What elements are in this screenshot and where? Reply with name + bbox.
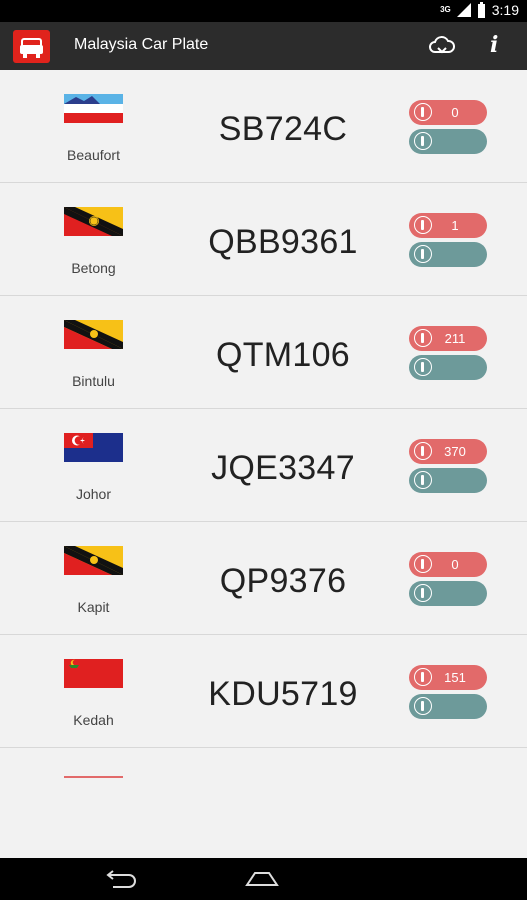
thumb-up-icon xyxy=(414,329,432,347)
vote-count: 0 xyxy=(451,105,459,120)
plate-number: QTM106 xyxy=(215,336,351,374)
vote-up-button[interactable]: 211 xyxy=(409,326,487,351)
vote-up-button[interactable]: 1 xyxy=(409,213,487,238)
navigation-bar xyxy=(0,858,527,900)
status-bar: 3G 3:19 xyxy=(0,0,527,22)
state-label: Kapit xyxy=(77,599,110,615)
cloud-sync-button[interactable] xyxy=(428,34,456,58)
johor-flag-icon xyxy=(64,433,123,462)
signal-icon xyxy=(456,3,471,17)
vote-up-button[interactable]: 151 xyxy=(409,665,487,690)
thumb-down-icon xyxy=(414,358,432,376)
vote-count: 0 xyxy=(451,557,459,572)
sarawak-flag-icon xyxy=(64,546,123,575)
plate-row[interactable]: Betong QBB9361 1 xyxy=(0,183,527,296)
back-icon xyxy=(106,870,136,888)
status-indicators: 3G 3:19 xyxy=(440,2,519,18)
state-label: Kedah xyxy=(73,712,114,728)
cloud-sync-icon xyxy=(429,36,455,54)
network-type: 3G xyxy=(440,5,451,14)
plate-number: QP9376 xyxy=(219,562,347,600)
plate-number: JQE3347 xyxy=(211,449,355,487)
app-logo-icon[interactable] xyxy=(13,30,50,63)
thumb-down-icon xyxy=(414,697,432,715)
thumb-up-icon xyxy=(414,668,432,686)
thumb-down-icon xyxy=(414,584,432,602)
plate-list[interactable]: Beaufort SB724C 0 Betong QBB9361 1 Bintu… xyxy=(0,70,527,858)
vote-down-button[interactable] xyxy=(409,581,487,606)
kedah-flag-icon xyxy=(64,659,123,688)
vote-down-button[interactable] xyxy=(409,468,487,493)
plate-number: SB724C xyxy=(218,110,348,148)
app-title: Malaysia Car Plate xyxy=(74,36,209,53)
vote-count: 211 xyxy=(444,331,466,346)
app-bar: Malaysia Car Plate i xyxy=(0,22,527,70)
vote-up-button[interactable]: 0 xyxy=(409,552,487,577)
partial-flag-icon xyxy=(64,776,123,778)
state-label: Betong xyxy=(71,260,116,276)
vote-down-button[interactable] xyxy=(409,242,487,267)
vote-down-button[interactable] xyxy=(409,355,487,380)
vote-count: 1 xyxy=(451,218,459,233)
plate-row[interactable]: Bintulu QTM106 211 xyxy=(0,296,527,409)
home-icon xyxy=(245,872,279,886)
vote-count: 370 xyxy=(444,444,466,459)
sabah-flag-icon xyxy=(64,94,123,123)
sarawak-flag-icon xyxy=(64,207,123,236)
state-label: Johor xyxy=(75,486,112,502)
thumb-down-icon xyxy=(414,132,432,150)
thumb-up-icon xyxy=(414,555,432,573)
state-label: Beaufort xyxy=(67,147,120,163)
plate-row[interactable]: Johor JQE3347 370 xyxy=(0,409,527,522)
sarawak-flag-icon xyxy=(64,320,123,349)
vote-down-button[interactable] xyxy=(409,129,487,154)
thumb-down-icon xyxy=(414,245,432,263)
thumb-up-icon xyxy=(414,442,432,460)
thumb-down-icon xyxy=(414,471,432,489)
home-button[interactable] xyxy=(244,871,280,887)
thumb-up-icon xyxy=(414,103,432,121)
plate-row[interactable]: Kapit QP9376 0 xyxy=(0,522,527,635)
vote-up-button[interactable]: 370 xyxy=(409,439,487,464)
info-button[interactable]: i xyxy=(490,32,506,58)
vote-count: 151 xyxy=(444,670,466,685)
info-icon: i xyxy=(490,32,499,58)
plate-row[interactable]: Beaufort SB724C 0 xyxy=(0,70,527,183)
clock: 3:19 xyxy=(491,2,519,18)
state-label: Bintulu xyxy=(72,373,115,389)
thumb-up-icon xyxy=(414,216,432,234)
plate-number: KDU5719 xyxy=(208,675,358,713)
plate-number: QBB9361 xyxy=(208,223,358,261)
battery-icon xyxy=(477,2,485,18)
back-button[interactable] xyxy=(103,869,139,889)
plate-row[interactable]: Kedah KDU5719 151 xyxy=(0,635,527,748)
vote-up-button[interactable]: 0 xyxy=(409,100,487,125)
vote-down-button[interactable] xyxy=(409,694,487,719)
